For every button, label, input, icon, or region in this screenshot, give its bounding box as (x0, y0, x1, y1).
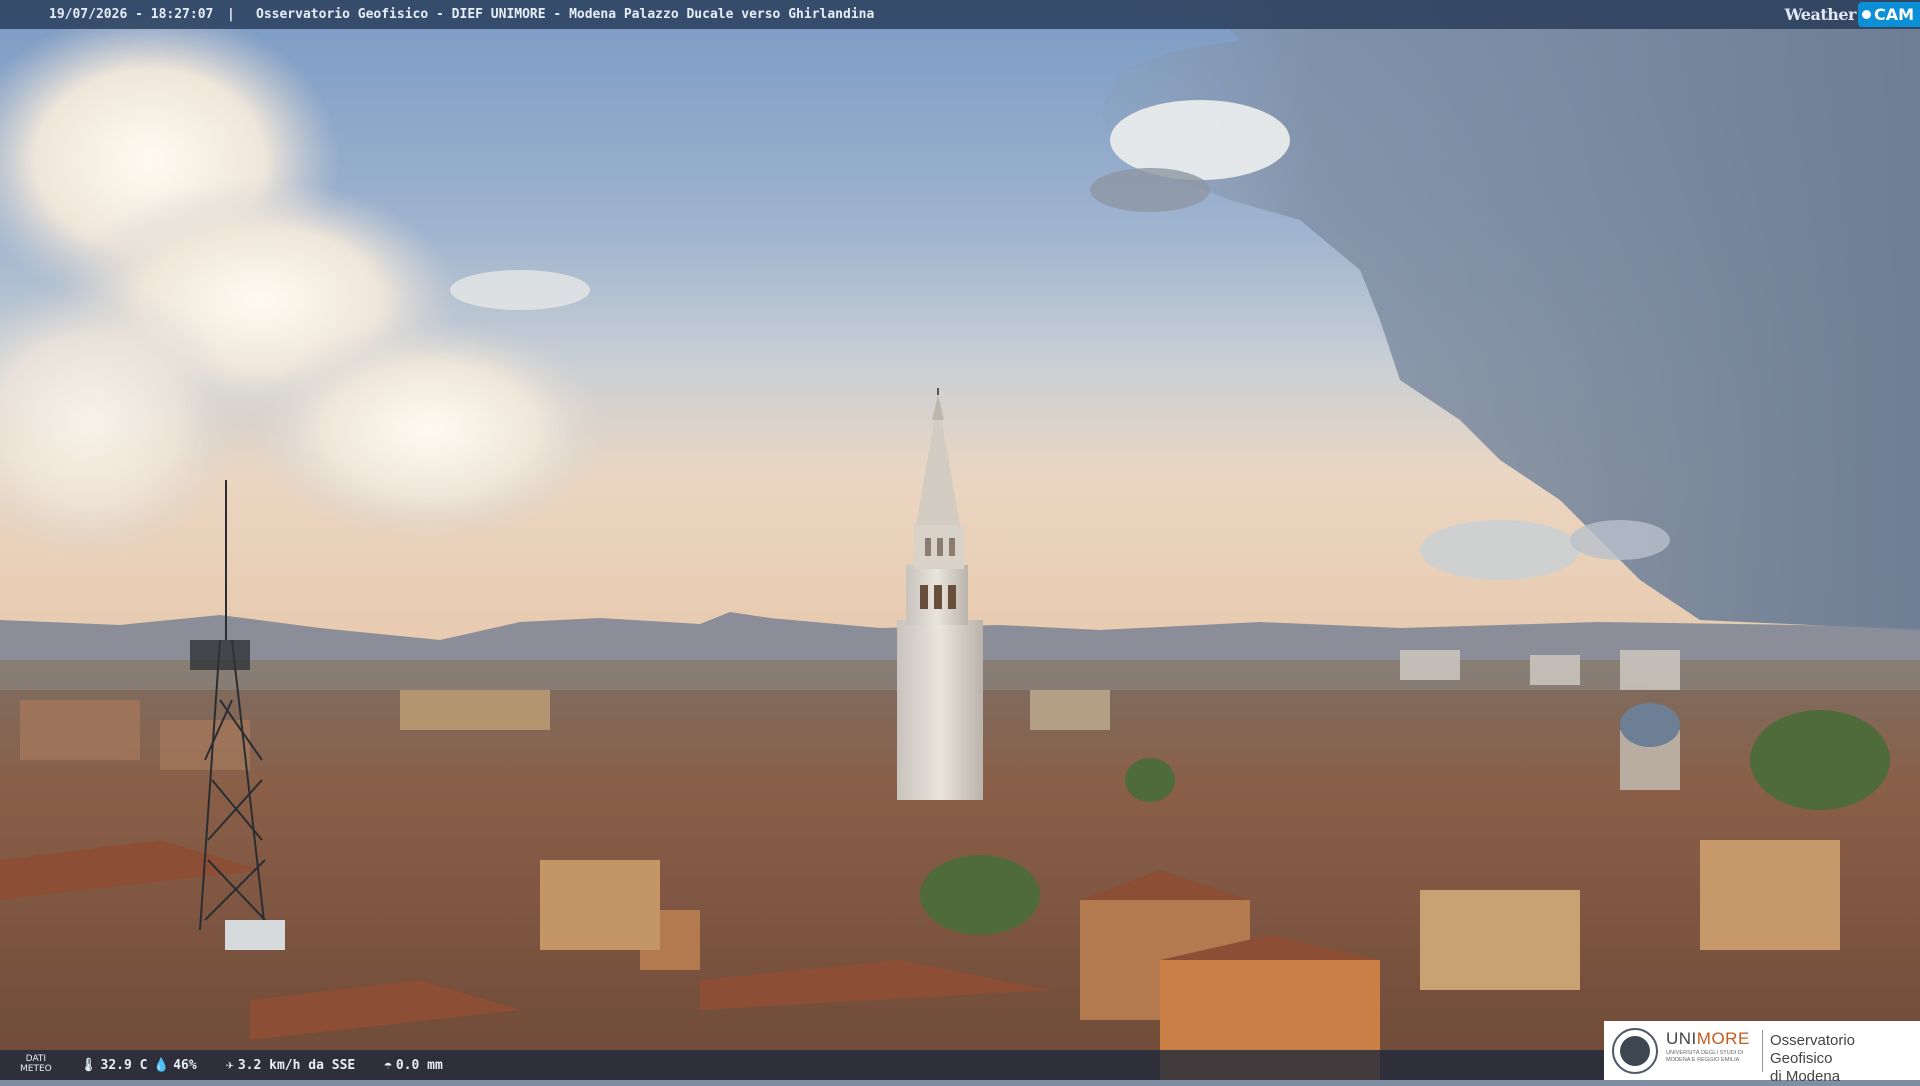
meteo-label: DATI METEO (20, 1054, 52, 1074)
unimore-name: UNIMORE (1666, 1029, 1760, 1049)
university-seal-icon (1612, 1028, 1658, 1074)
observatory-line1: Osservatorio Geofisico (1770, 1032, 1856, 1067)
temperature-reading: 🌡 32.9 C (80, 1058, 147, 1073)
webcam-photo (0, 0, 1920, 1080)
meteo-label-line1: DATI (25, 1054, 47, 1064)
wind-value: 3.2 km/h da SSE (237, 1058, 356, 1073)
university-line1: UNIVERSITÀ DEGLI STUDI DI (1666, 1050, 1744, 1056)
weathercam-logo-cam-text: CAM (1873, 5, 1914, 24)
observatory-name: Osservatorio Geofisico di Modena (1770, 1032, 1920, 1086)
weathercam-logo-cam: CAM (1857, 2, 1920, 27)
unimore-brand: UNIMORE UNIVERSITÀ DEGLI STUDI DI MODENA… (1666, 1029, 1760, 1064)
weathercam-logo: Weather CAM (1785, 0, 1920, 29)
timestamp: 19/07/2026 - 18:27:07 (49, 7, 214, 22)
university-line2: MODENA E REGGIO EMILIA (1666, 1057, 1740, 1063)
temperature-value: 32.9 C (100, 1058, 148, 1073)
wind-icon: ✈ (226, 1058, 234, 1073)
header-separator: | (227, 7, 235, 22)
logo-divider (1762, 1030, 1763, 1072)
unimore-logo: UNIMORE UNIVERSITÀ DEGLI STUDI DI MODENA… (1604, 1021, 1920, 1085)
rain-reading: ☂ 0.0 mm (384, 1058, 443, 1073)
unimore-name-more: MORE (1696, 1029, 1750, 1048)
unimore-name-uni: UNI (1666, 1029, 1697, 1048)
meteo-label-line2: METEO (20, 1064, 52, 1074)
rain-value: 0.0 mm (395, 1058, 443, 1073)
meteo-bar: DATI METEO 🌡 32.9 C 💧 46% ✈ 3.2 km/h da … (0, 1050, 1604, 1080)
droplet-icon: 💧 (153, 1058, 170, 1073)
weathercam-logo-weather: Weather (1784, 5, 1857, 24)
rain-gauge-icon: ☂ (384, 1058, 392, 1073)
thermometer-icon: 🌡 (80, 1058, 97, 1073)
camera-title: Osservatorio Geofisico - DIEF UNIMORE - … (256, 7, 875, 22)
camera-lens-icon (1861, 10, 1871, 19)
humidity-reading: 💧 46% (153, 1058, 197, 1073)
university-full-name: UNIVERSITÀ DEGLI STUDI DI MODENA E REGGI… (1666, 1050, 1760, 1064)
observatory-line2: di Modena (1770, 1068, 1841, 1085)
humidity-value: 46% (173, 1058, 197, 1073)
wind-reading: ✈ 3.2 km/h da SSE (226, 1058, 355, 1073)
header-bar: 19/07/2026 - 18:27:07 | Osservatorio Geo… (0, 0, 1920, 29)
